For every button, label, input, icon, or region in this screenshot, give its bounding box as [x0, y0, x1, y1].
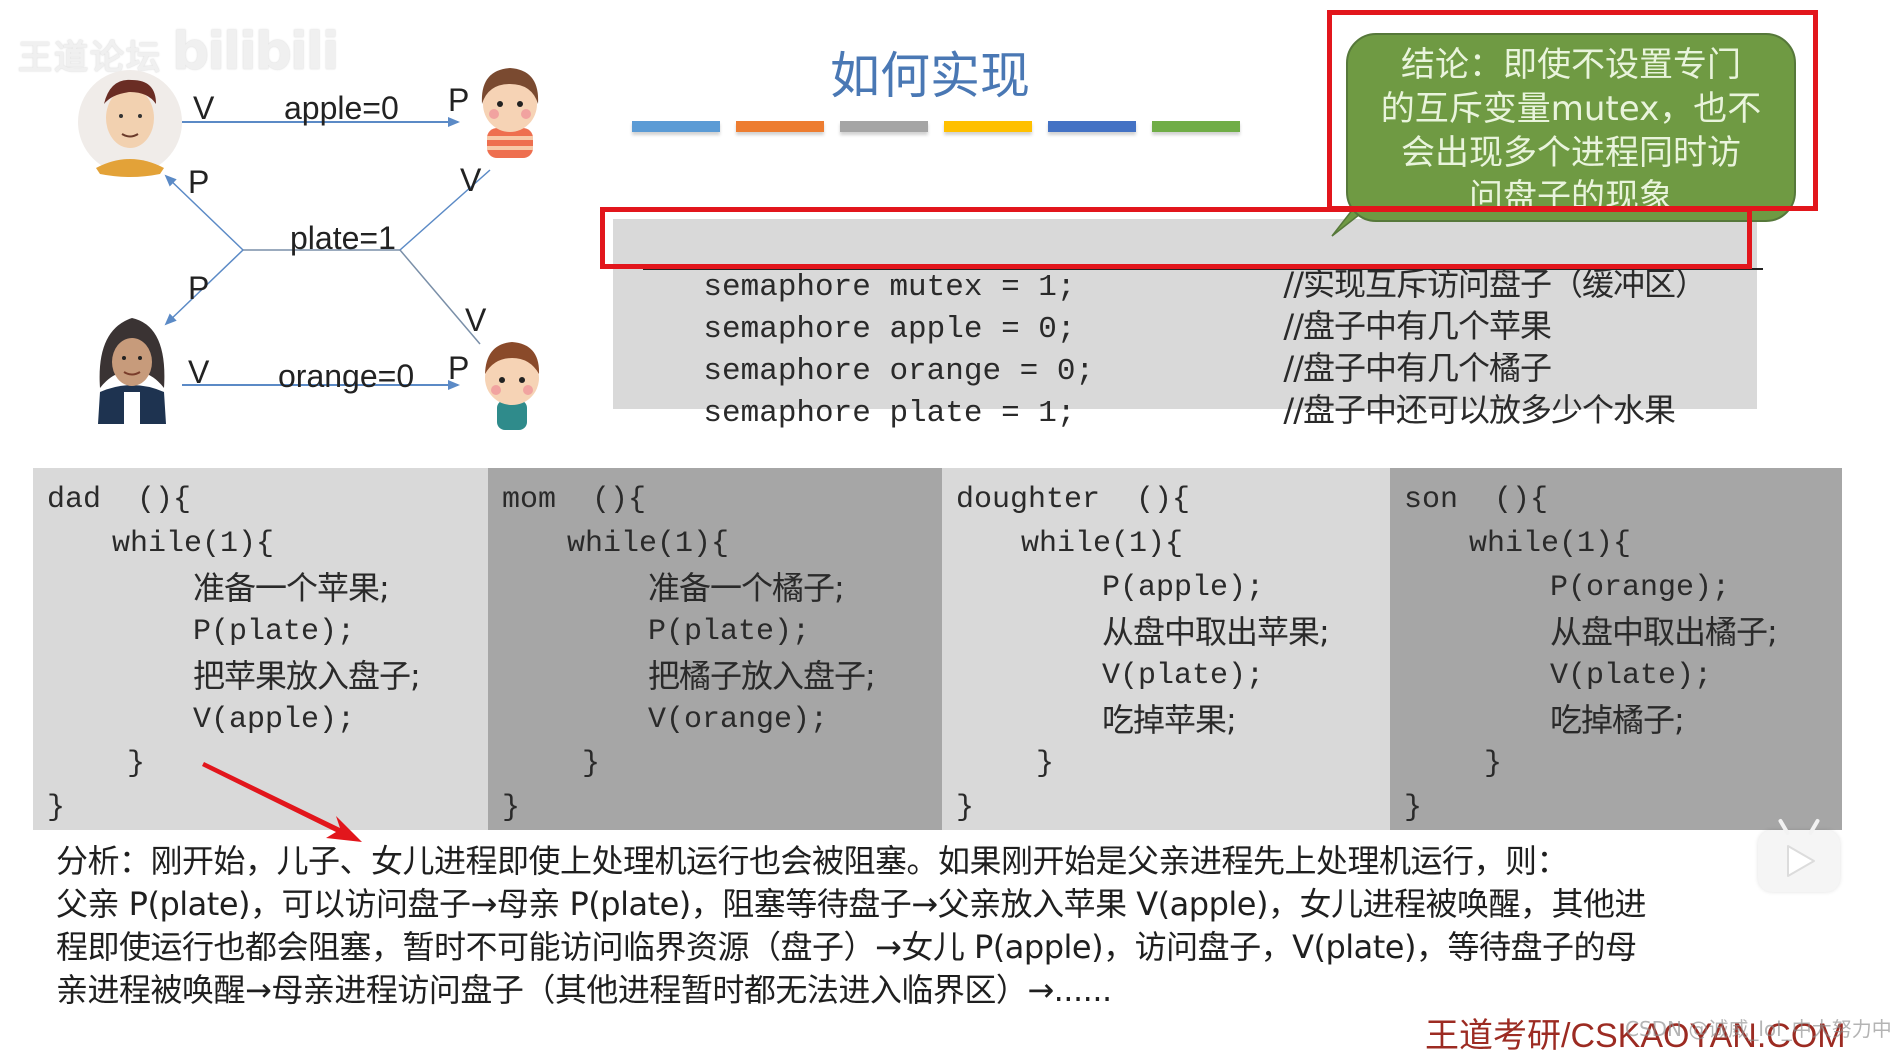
code-header: son (){ [1404, 483, 1549, 517]
code-header: dad (){ [47, 483, 192, 517]
code-line: 吃掉苹果; [1102, 701, 1237, 739]
code-line: P(orange); [1550, 571, 1731, 605]
code-line: 吃掉橘子; [1550, 701, 1685, 739]
code-line: P(plate); [193, 615, 356, 649]
op-label-dad-plate: P [188, 164, 210, 200]
title-color-bar [632, 121, 720, 132]
csdn-watermark: CSDN @诚威_lol_中大努力中 [1625, 1017, 1891, 1041]
orange-semaphore-label: orange=0 [278, 358, 415, 394]
semaphore-row: semaphore plate = 1; //盘子中还可以放多少个水果 [629, 363, 1676, 460]
op-label-son-plate: V [465, 302, 487, 338]
code-line: P(apple); [1102, 571, 1265, 605]
process-son: son (){ while(1){ P(orange); 从盘中取出橘子; V(… [1390, 468, 1842, 830]
code-brace: } [502, 791, 521, 825]
apple-semaphore-label: apple=0 [284, 90, 399, 126]
semaphore-comment: //盘子中还可以放多少个水果 [1283, 391, 1676, 429]
callout-highlight-box [1327, 10, 1818, 211]
process-daughter: doughter (){ while(1){ P(apple); 从盘中取出苹果… [942, 468, 1390, 830]
code-loop: while(1){ [112, 527, 275, 561]
code-loop: while(1){ [1469, 527, 1632, 561]
code-brace: } [1484, 747, 1503, 781]
code-line: 准备一个苹果; [193, 569, 390, 607]
analysis-line: 程即使运行也都会阻塞，暂时不可能访问临界资源（盘子）→女儿 P(apple)，访… [56, 928, 1637, 966]
op-label-daughter-apple: P [448, 82, 470, 118]
code-line: 把苹果放入盘子; [193, 657, 421, 695]
code-line: 准备一个橘子; [648, 569, 845, 607]
analysis-text: 分析：刚开始，儿子、女儿进程即使上处理机运行也会被阻塞。如果刚开始是父亲进程先上… [56, 840, 1836, 1012]
code-header: mom (){ [502, 483, 647, 517]
code-brace: } [956, 791, 975, 825]
code-line: 从盘中取出橘子; [1550, 613, 1778, 651]
son-avatar-icon [485, 342, 540, 430]
op-label-mom-orange: V [188, 354, 210, 390]
code-line: V(apple); [193, 703, 356, 737]
op-label-dad-apple: V [193, 90, 215, 126]
page-title: 如何实现 [830, 47, 1030, 105]
pv-diagram: apple=0 plate=1 orange=0 V P P V P V V P [0, 0, 600, 460]
play-icon [1787, 845, 1815, 877]
mutex-highlight-box [600, 207, 1752, 269]
plate-semaphore-label: plate=1 [290, 220, 396, 256]
op-label-mom-plate: P [188, 270, 210, 306]
red-arrow-icon [202, 762, 362, 842]
title-color-bar [736, 121, 824, 132]
title-color-bar [840, 121, 928, 132]
semaphore-code: semaphore plate = 1; [703, 396, 1076, 431]
code-line: 把橘子放入盘子; [648, 657, 876, 695]
process-mom: mom (){ while(1){ 准备一个橘子; P(plate); 把橘子放… [488, 468, 942, 830]
bilibili-play-button[interactable] [1758, 818, 1840, 892]
code-brace: } [582, 747, 601, 781]
dad-avatar-icon [78, 70, 182, 177]
title-color-bar [944, 121, 1032, 132]
daughter-avatar-icon [481, 68, 539, 158]
code-line: P(plate); [648, 615, 811, 649]
op-label-daughter-plate: V [460, 162, 482, 198]
code-brace: } [1404, 791, 1423, 825]
title-color-bar [1048, 121, 1136, 132]
analysis-line: 分析：刚开始，儿子、女儿进程即使上处理机运行也会被阻塞。如果刚开始是父亲进程先上… [56, 842, 1569, 880]
title-color-bars [632, 121, 1240, 132]
analysis-line: 父亲 P(plate)，可以访问盘子→母亲 P(plate)，阻塞等待盘子→父亲… [56, 885, 1646, 923]
code-header: doughter (){ [956, 483, 1191, 517]
code-line: V(orange); [648, 703, 829, 737]
code-line: V(plate); [1550, 659, 1713, 693]
code-line: 从盘中取出苹果; [1102, 613, 1330, 651]
title-color-bar [1152, 121, 1240, 132]
code-line: V(plate); [1102, 659, 1265, 693]
code-loop: while(1){ [1021, 527, 1184, 561]
code-loop: while(1){ [567, 527, 730, 561]
mom-avatar-icon [98, 318, 166, 424]
analysis-line: 亲进程被唤醒→母亲进程访问盘子（其他进程暂时都无法进入临界区）→...... [56, 971, 1112, 1009]
code-brace: } [1036, 747, 1055, 781]
op-label-son-orange: P [448, 350, 470, 386]
